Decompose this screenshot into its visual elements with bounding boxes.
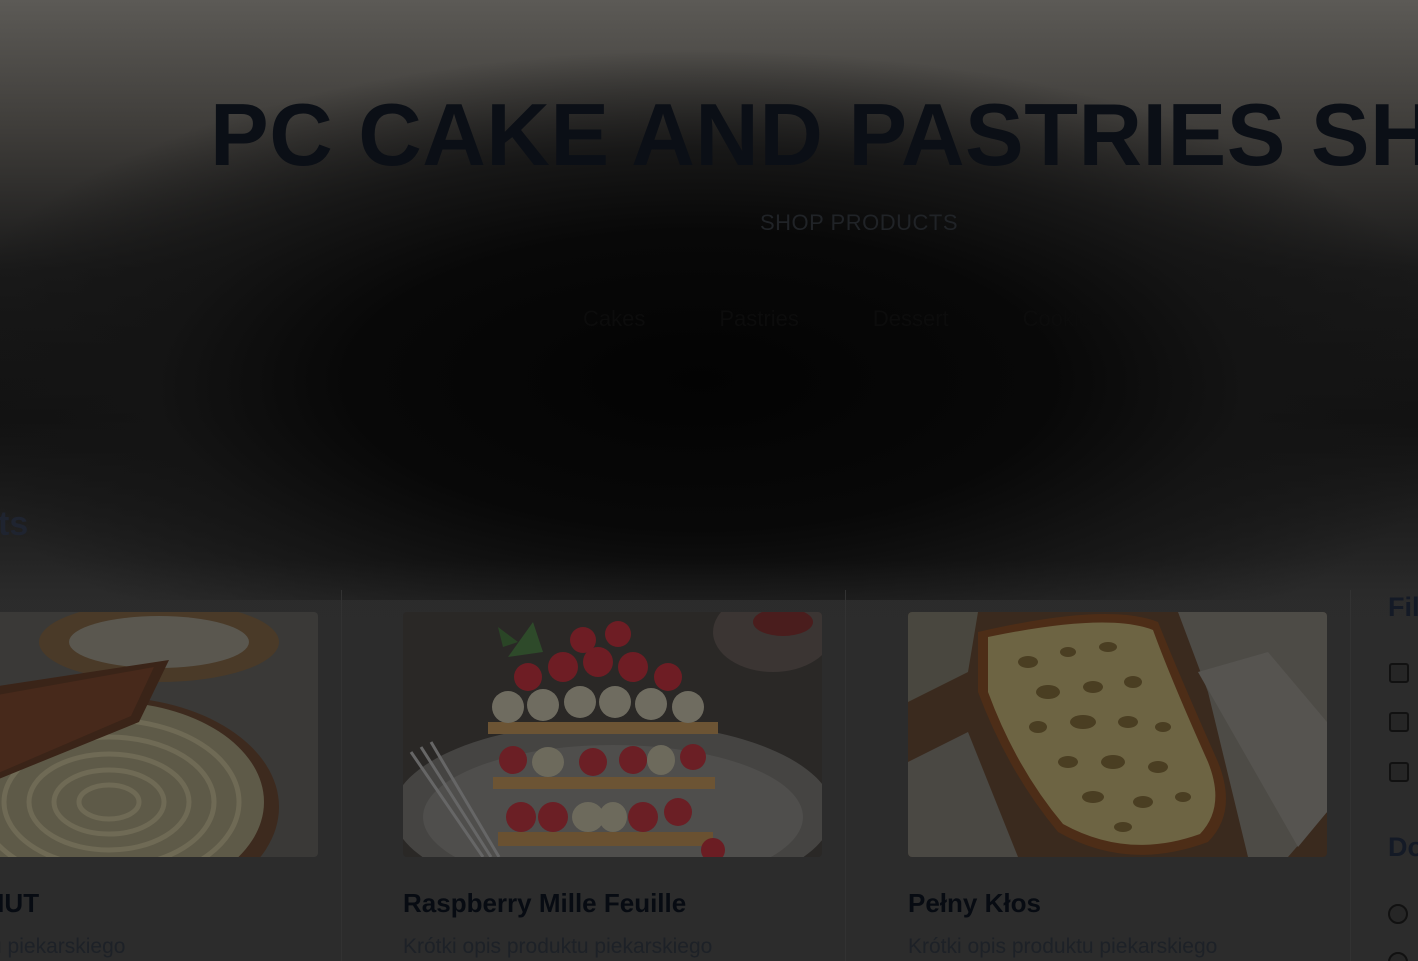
bread-loaf-image <box>908 612 1327 857</box>
page-title: PC CAKE AND PASTRIES SHO <box>210 85 1418 184</box>
product-card[interactable]: Pełny Kłos Krótki opis produktu piekarsk… <box>908 612 1327 959</box>
product-title[interactable]: Raspberry Mille Feuille <box>403 888 822 919</box>
filter-checkbox[interactable] <box>1389 762 1409 782</box>
product-description: Krótki opis produktu piekarskiego <box>403 935 713 958</box>
nav-item-cookies[interactable]: Cookies <box>1023 306 1102 332</box>
hero-banner: PC CAKE AND PASTRIES SHO SHOP PRODUCTS C… <box>0 0 1418 600</box>
products-heading: ts <box>0 505 29 543</box>
product-image[interactable] <box>908 612 1327 857</box>
nav-item-dessert[interactable]: Dessert <box>873 306 949 332</box>
sort-radio[interactable] <box>1388 904 1408 924</box>
card-divider <box>845 590 846 961</box>
product-image[interactable] <box>403 612 822 857</box>
nav-item-pastries[interactable]: Pastries <box>719 306 798 332</box>
hero-subtitle-text: SHOP PRODUCTS <box>759 210 958 235</box>
product-description: Krótki opis produktu piekarskiego <box>908 935 1218 958</box>
product-card[interactable]: Raspberry Mille Feuille Krótki opis prod… <box>403 612 822 959</box>
raspberry-mille-feuille-image <box>403 612 822 857</box>
product-description: is produktu piekarskiego <box>0 935 126 958</box>
card-divider <box>1350 590 1351 961</box>
page: PC CAKE AND PASTRIES SHO SHOP PRODUCTS C… <box>0 0 1418 961</box>
filter-heading: Fil <box>1388 592 1418 622</box>
card-divider <box>341 590 342 961</box>
filter-checkbox[interactable] <box>1389 712 1409 732</box>
product-image[interactable] <box>0 612 318 857</box>
product-title[interactable]: HAZELNUT <box>0 888 318 919</box>
hero-subtitle: SHOP PRODUCTS <box>0 210 1418 236</box>
product-card[interactable]: HAZELNUT is produktu piekarskiego <box>0 612 318 959</box>
category-nav: Cakes Pastries Dessert Cookies <box>583 306 1176 332</box>
filter-checkbox[interactable] <box>1389 663 1409 683</box>
product-title[interactable]: Pełny Kłos <box>908 888 1327 919</box>
hazelnut-tart-image <box>0 612 318 857</box>
nav-item-cakes[interactable]: Cakes <box>583 306 645 332</box>
sort-heading: Do <box>1388 832 1418 862</box>
